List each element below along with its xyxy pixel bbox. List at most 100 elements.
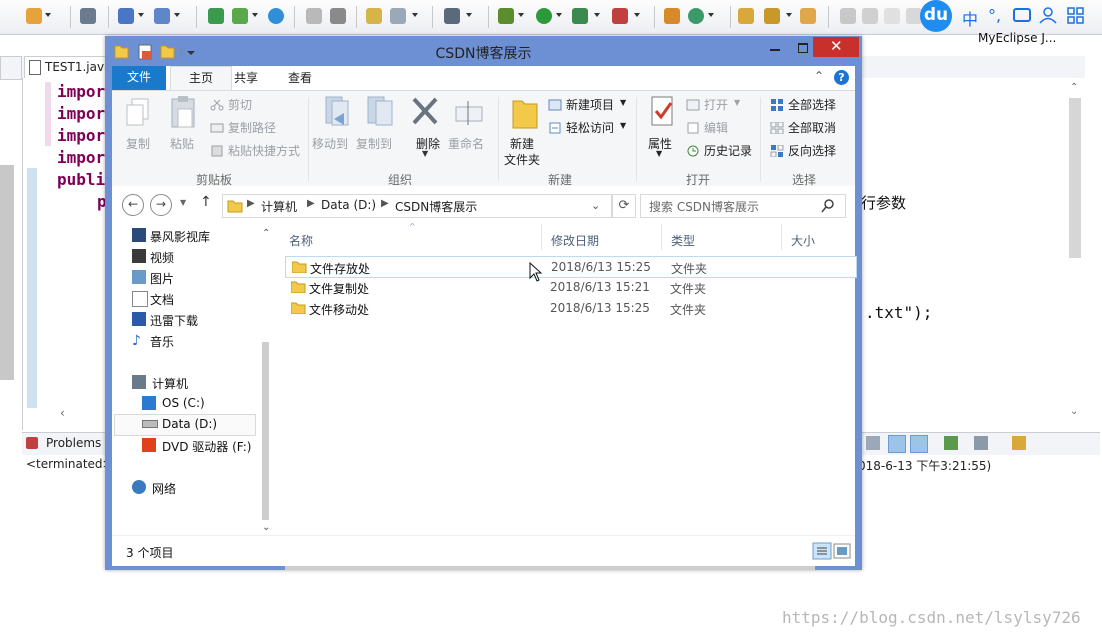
ime-lang-toggle[interactable]: 中 — [962, 6, 978, 30]
easy-access-button[interactable]: 轻松访问 — [566, 119, 614, 136]
history-icon[interactable] — [686, 145, 700, 157]
explorer-window[interactable]: CSDN博客展示 ✕ 文件 主页 共享 查看 ⌃ ? 复制 粘贴 剪切 复制路径… — [105, 36, 862, 570]
console-scroll-lock-icon[interactable] — [888, 435, 906, 453]
new-folder-big-icon[interactable] — [510, 95, 540, 131]
file-row[interactable]: 文件存放处 2018/6/13 15:25 文件夹 — [285, 256, 857, 278]
column-header-name[interactable]: 名称 — [289, 232, 313, 249]
camera-icon[interactable] — [444, 8, 460, 24]
rename-button[interactable]: 重命名 — [448, 135, 484, 152]
blank-icon[interactable] — [884, 8, 900, 24]
up-button[interactable]: ↑ — [200, 194, 212, 210]
cut-button[interactable]: 剪切 — [228, 96, 252, 113]
refresh-button[interactable]: ⟳ — [612, 194, 636, 218]
settings-icon[interactable] — [390, 8, 406, 24]
open-type-icon[interactable] — [800, 8, 816, 24]
open-dropdown-icon[interactable]: ▼ — [734, 98, 740, 107]
new-folder-button-line1[interactable]: 新建 — [510, 135, 534, 152]
breadcrumb-drive[interactable]: Data (D:) — [321, 198, 376, 212]
new-wizard-icon[interactable] — [26, 8, 42, 24]
copy-icon[interactable] — [124, 97, 154, 131]
deploy-icon[interactable] — [232, 8, 248, 24]
tab-share[interactable]: 共享 — [234, 69, 258, 86]
globe-icon[interactable] — [268, 8, 284, 24]
nav-item-drive-d[interactable]: Data (D:) — [162, 417, 217, 431]
breadcrumb-computer[interactable]: 计算机 — [261, 198, 297, 215]
select-none-button[interactable]: 全部取消 — [788, 119, 836, 136]
rename-icon[interactable] — [454, 99, 484, 127]
edit-button[interactable]: 编辑 — [704, 119, 728, 136]
scroll-up-icon[interactable]: ⌃ — [1070, 82, 1078, 93]
new-item-icon[interactable] — [548, 99, 562, 111]
paste-icon[interactable] — [168, 95, 198, 131]
tab-view[interactable]: 查看 — [288, 69, 312, 86]
view-switch[interactable] — [812, 542, 852, 560]
tool-icon[interactable] — [306, 8, 322, 24]
select-all-button[interactable]: 全部选择 — [788, 96, 836, 113]
breadcrumb-current[interactable]: CSDN博客展示 — [395, 198, 477, 215]
window-titlebar[interactable]: CSDN博客展示 ✕ — [105, 36, 862, 66]
edit-icon[interactable] — [686, 122, 700, 134]
pen-icon[interactable] — [862, 8, 878, 24]
nav-item-network[interactable]: 网络 — [152, 480, 176, 497]
nav-item-computer[interactable]: 计算机 — [152, 375, 188, 392]
tab-file[interactable]: 文件 — [112, 66, 166, 90]
editor-tab[interactable]: TEST1.java — [24, 56, 111, 79]
copy-to-icon[interactable] — [364, 95, 398, 131]
new-folder-button-line2[interactable]: 文件夹 — [504, 151, 540, 168]
new-item-dropdown-icon[interactable]: ▼ — [620, 98, 626, 107]
package-icon[interactable] — [366, 8, 382, 24]
copy-path-icon[interactable] — [210, 122, 224, 134]
nav-item-thunder[interactable]: 迅雷下载 — [150, 312, 198, 329]
invert-selection-button[interactable]: 反向选择 — [788, 142, 836, 159]
stop-icon[interactable] — [612, 8, 628, 24]
open-icon[interactable] — [686, 99, 700, 111]
address-bar[interactable]: ▶ 计算机 ▶ Data (D:) ▶ CSDN博客展示 ⌄ — [222, 194, 612, 218]
rocket-icon[interactable] — [764, 8, 780, 24]
back-button[interactable]: ← — [122, 194, 144, 216]
console-display-icon[interactable] — [974, 436, 988, 450]
new-item-button[interactable]: 新建项目 — [566, 96, 614, 113]
tab-home[interactable]: 主页 — [170, 66, 232, 91]
invert-selection-icon[interactable] — [770, 145, 784, 157]
help-icon[interactable]: ? — [834, 70, 849, 85]
nav-item-drive-c[interactable]: OS (C:) — [162, 396, 205, 410]
paste-shortcut-icon[interactable] — [210, 145, 224, 157]
delete-dropdown-icon[interactable]: ▼ — [422, 149, 428, 158]
select-all-icon[interactable] — [770, 99, 784, 111]
nav-item-pictures[interactable]: 图片 — [150, 270, 174, 287]
properties-dropdown-icon[interactable]: ▼ — [656, 149, 662, 158]
scroll-down-icon[interactable]: ⌄ — [1070, 406, 1078, 417]
file-row[interactable]: 文件移动处 2018/6/13 15:25 文件夹 — [285, 298, 855, 318]
pin-icon[interactable] — [840, 8, 856, 24]
history-button[interactable]: 历史记录 — [704, 142, 752, 159]
easy-access-icon[interactable] — [548, 122, 562, 134]
editor-vscroll-thumb[interactable] — [1069, 98, 1081, 258]
nav-item-music[interactable]: 音乐 — [150, 333, 174, 350]
nav-item-videos[interactable]: 视频 — [150, 249, 174, 266]
move-to-button[interactable]: 移动到 — [312, 135, 348, 152]
minimize-left-panel[interactable] — [0, 56, 22, 80]
navigation-pane[interactable]: ⌃ ⌄ 暴风影视库 视频 图片 文档 迅雷下载 ♪ 音乐 计算机 OS (C:)… — [112, 224, 276, 535]
console-new-icon[interactable] — [1012, 436, 1026, 450]
file-row[interactable]: 文件复制处 2018/6/13 15:21 文件夹 — [285, 277, 855, 297]
close-button[interactable]: ✕ — [813, 37, 859, 57]
file-list[interactable]: ^ 名称 修改日期 类型 大小 文件存放处 2018/6/13 15:25 文件… — [269, 222, 857, 570]
search-icon[interactable] — [821, 199, 835, 213]
run-external-icon[interactable] — [572, 8, 588, 24]
copy-to-button[interactable]: 复制到 — [356, 135, 392, 152]
console-open-icon[interactable] — [944, 436, 958, 450]
recent-locations-icon[interactable]: ▼ — [180, 198, 186, 207]
properties-big-icon[interactable] — [648, 95, 678, 131]
address-dropdown-icon[interactable]: ⌄ — [591, 199, 600, 212]
nav-item-drive-f[interactable]: DVD 驱动器 (F:) — [162, 438, 252, 455]
copy-path-button[interactable]: 复制路径 — [228, 119, 276, 136]
nav-item-documents[interactable]: 文档 — [150, 291, 174, 308]
column-header-modified[interactable]: 修改日期 — [551, 232, 599, 249]
search-box[interactable]: 搜索 CSDN博客展示 — [640, 194, 846, 218]
delete-icon[interactable] — [410, 95, 440, 129]
select-none-icon[interactable] — [770, 122, 784, 134]
new-java-icon[interactable] — [688, 8, 704, 24]
easy-access-dropdown-icon[interactable]: ▼ — [620, 121, 626, 130]
baidu-ime-logo[interactable]: du — [920, 0, 952, 32]
save-icon[interactable] — [80, 8, 96, 24]
